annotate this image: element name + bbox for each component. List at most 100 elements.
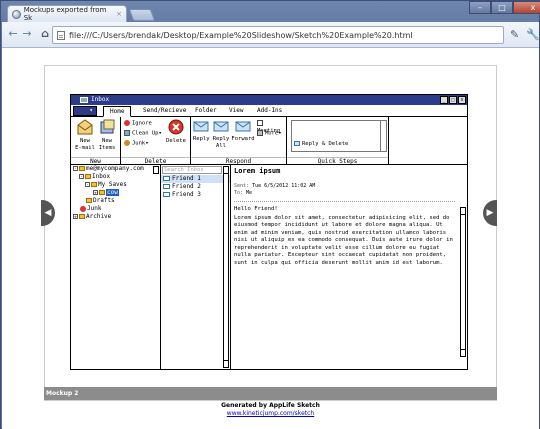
delete-label: Delete	[166, 138, 186, 144]
folder-pane: - me@mycompany.com - Inbox - My Saves + cow …	[71, 165, 161, 369]
forward-icon	[235, 121, 251, 132]
inbox-node[interactable]: - Inbox	[71, 173, 160, 181]
junk-icon	[80, 205, 86, 212]
junk-label: Junk▾	[132, 140, 149, 147]
folder-icon	[85, 174, 91, 179]
page-icon	[57, 30, 65, 40]
envelope-icon	[163, 176, 170, 181]
file-menu-button[interactable]	[73, 106, 97, 116]
window-controls: – □ x	[469, 1, 540, 14]
list-item[interactable]: Friend 1	[161, 175, 230, 183]
tab-home[interactable]: Home	[103, 106, 132, 117]
tab-view[interactable]: View	[229, 107, 243, 114]
group-new-label: New	[71, 157, 120, 165]
new-items-button[interactable]: New Items	[97, 119, 117, 152]
junk-node[interactable]: Junk	[71, 205, 160, 213]
envelope-icon	[163, 192, 170, 197]
forward-button[interactable]: Forward	[231, 119, 255, 143]
folder-scrollbar[interactable]	[153, 166, 159, 174]
envelope-icon	[294, 141, 300, 146]
page-favicon-icon	[12, 9, 21, 19]
mockup-close-button[interactable]: x	[458, 96, 466, 104]
new-email-label: New E-mail	[75, 138, 95, 151]
account-node[interactable]: - me@mycompany.com	[71, 165, 160, 173]
app-icon	[80, 97, 88, 103]
ignore-icon	[124, 120, 130, 126]
tab-add-ins[interactable]: Add-Ins	[257, 107, 282, 114]
mockup-maximize-button[interactable]: □	[449, 96, 457, 104]
mockup-minimize-button[interactable]: _	[440, 96, 448, 104]
folder-icon	[79, 166, 85, 171]
reply-label: Reply	[193, 136, 210, 142]
new-email-button[interactable]: New E-mail	[75, 119, 95, 152]
reply-all-icon	[213, 121, 229, 132]
tab-close-icon[interactable]: ×	[116, 10, 122, 18]
reply-delete-step[interactable]: Reply & Delete	[294, 141, 348, 148]
delete-x-icon	[168, 119, 184, 135]
ribbon: New E-mail New Items New Ignore Clean Up…	[71, 117, 467, 165]
sketch-link[interactable]: www.kineticjump.com/sketch	[44, 410, 497, 418]
list-item[interactable]: Friend 2	[161, 183, 230, 191]
selected-folder-node[interactable]: + cow	[71, 189, 160, 197]
clean-up-label: Clean Up▾	[132, 130, 162, 137]
email-text: Lorem ipsum dolor sit amet, consectetur …	[234, 214, 453, 266]
list-item[interactable]: Friend 3	[161, 191, 230, 199]
message-list: Search Inbox Friend 1 Friend 2 Friend 3	[161, 165, 231, 369]
mockup-window-title: Inbox	[91, 96, 110, 103]
tab-send-receive[interactable]: Send/Recieve	[143, 107, 186, 114]
delete-button[interactable]: Delete	[165, 119, 187, 145]
close-button[interactable]: x	[513, 1, 540, 14]
more-button[interactable]: More▾	[257, 130, 282, 138]
back-arrow-icon[interactable]: ←	[6, 28, 20, 40]
sent-value: Tue 6/5/2012 11:02 AM	[252, 183, 316, 189]
group-respond-label: Respond	[191, 157, 286, 165]
junk-button[interactable]: Junk▾	[124, 140, 149, 148]
archive-node[interactable]: + Archive	[71, 213, 160, 221]
envelope-icon	[77, 119, 93, 135]
generated-footer: Generated by AppLife Sketch www.kineticj…	[44, 402, 497, 418]
minimize-button[interactable]: –	[469, 1, 491, 14]
list-scrollbar[interactable]	[223, 166, 229, 368]
gallery-scroll[interactable]	[380, 121, 386, 151]
outlook-mockup: Inbox _ □ x Home Send/Recieve Folder Vie…	[70, 94, 468, 370]
reading-pane: Lorem ipsum Sent: Tue 6/5/2012 11:02 AM …	[231, 165, 467, 369]
clean-up-button[interactable]: Clean Up▾	[124, 130, 162, 138]
group-respond: Reply Reply All Forward Meeting More▾ Re…	[191, 117, 287, 165]
my-saves-node[interactable]: - My Saves	[71, 181, 160, 189]
bookmark-icon[interactable]: ✎	[510, 28, 519, 41]
ribbon-tabs: Home Send/Recieve Folder View Add-Ins	[71, 105, 467, 117]
search-inbox-input[interactable]: Search Inbox	[162, 166, 222, 174]
reply-delete-label: Reply & Delete	[302, 141, 349, 147]
tab-title: Mockups exported from Sk	[23, 6, 107, 22]
group-new: New E-mail New Items New	[71, 117, 121, 165]
wrench-icon[interactable]: 🔧	[526, 28, 540, 41]
tab-folder[interactable]: Folder	[195, 107, 217, 114]
browser-tab[interactable]: Mockups exported from Sk ×	[7, 5, 127, 22]
folder-icon	[91, 182, 97, 187]
reply-icon	[193, 121, 209, 132]
forward-label: Forward	[231, 136, 255, 142]
more-label: More▾	[265, 130, 282, 137]
new-tab-button[interactable]	[128, 9, 156, 21]
new-items-label: New Items	[98, 138, 116, 151]
sent-label: Sent:	[234, 183, 250, 189]
address-bar[interactable]: file:///C:/Users/brendak/Desktop/Example…	[52, 26, 504, 44]
reply-all-label: Reply All	[212, 136, 230, 149]
home-icon[interactable]: ⌂	[38, 28, 52, 40]
email-meta: Sent: Tue 6/5/2012 11:02 AM To: Me	[234, 183, 455, 197]
drafts-node[interactable]: Drafts	[71, 197, 160, 205]
reply-button[interactable]: Reply	[193, 119, 210, 143]
forward-arrow-icon[interactable]: →	[20, 28, 34, 40]
to-value: Me	[246, 190, 253, 196]
reply-all-button[interactable]: Reply All	[212, 119, 230, 150]
envelope-icon	[163, 184, 170, 189]
maximize-button[interactable]: □	[491, 1, 513, 14]
mockup-title-bar: Inbox _ □ x	[71, 95, 467, 105]
folder-icon	[99, 190, 105, 195]
email-greeting: Hello Friend!	[234, 206, 278, 212]
mockup-window-controls: _ □ x	[440, 96, 466, 104]
reading-scrollbar[interactable]	[460, 207, 466, 357]
junk-icon	[124, 140, 130, 146]
quick-steps-gallery: Reply & Delete	[291, 120, 387, 152]
ignore-button[interactable]: Ignore	[124, 120, 152, 128]
